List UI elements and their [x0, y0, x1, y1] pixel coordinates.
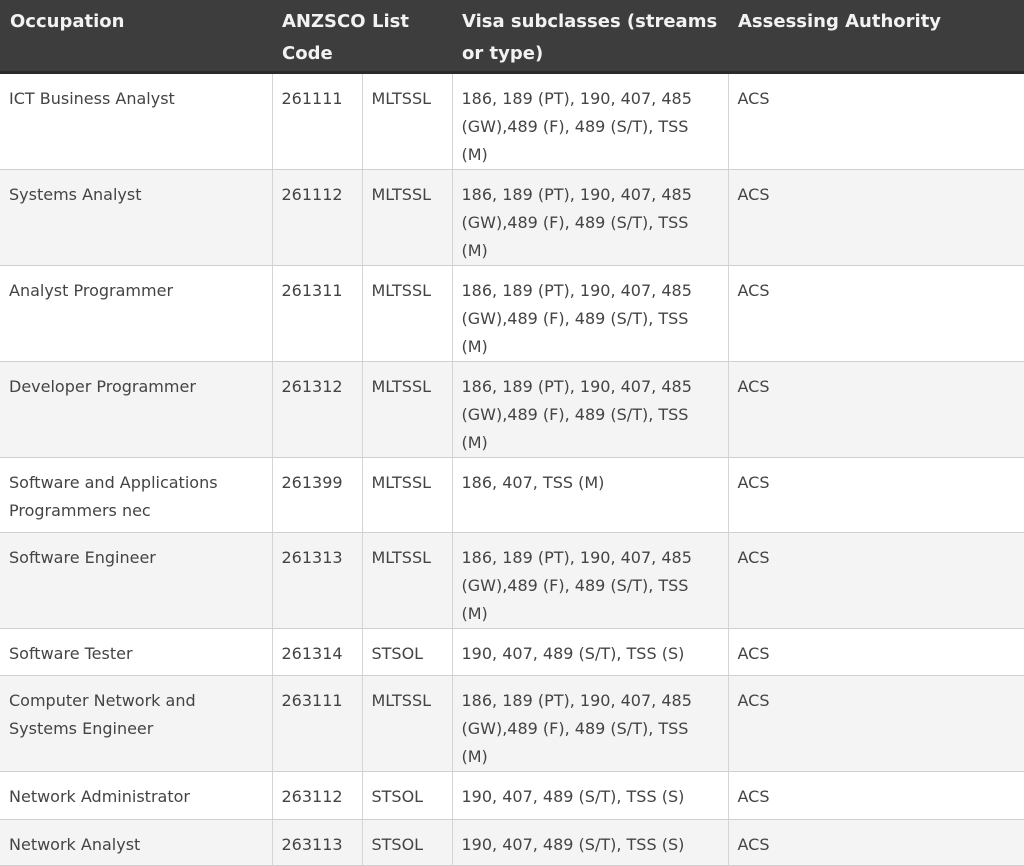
table-row: Software and Applications Programmers ne… — [0, 457, 1024, 533]
table-row: Analyst Programmer 261311 MLTSSL 186, 189 (… — [0, 265, 1024, 362]
header-row: Occupation ANZSCO Code List Visa subclas… — [0, 0, 1024, 74]
header-visa-subclasses: Visa subclasses (streams or type) — [452, 0, 728, 74]
cell-occupation: ICT Business Analyst — [0, 72, 272, 170]
cell-visa-subclasses: 190, 407, 489 (S/T), TSS (S) — [451, 819, 728, 866]
cell-assessing-authority: ACS — [727, 675, 1024, 772]
table-row: Computer Network and Systems Engineer 263… — [0, 675, 1024, 772]
cell-assessing-authority: ACS — [727, 361, 1024, 458]
table-row: ICT Business Analyst 261111 MLTSSL 186, 189… — [0, 72, 1024, 170]
table-row: Software Engineer 261313 MLTSSL 186, 189 (P… — [0, 532, 1024, 629]
header-list: List — [362, 0, 452, 74]
cell-occupation: Software and Applications Programmers ne… — [0, 457, 272, 533]
cell-anzsco-code: 261111 — [271, 72, 362, 170]
cell-occupation: Computer Network and Systems Engineer — [0, 675, 272, 772]
cell-visa-subclasses: 186, 189 (PT), 190, 407, 485 (GW),489 (F… — [451, 361, 728, 458]
table-row: Developer Programmer 261312 MLTSSL 186, 189… — [0, 361, 1024, 458]
cell-anzsco-code: 261112 — [271, 169, 362, 266]
cell-visa-subclasses: 186, 407, TSS (M) — [451, 457, 728, 533]
cell-list: MLTSSL — [361, 265, 452, 362]
table-row: Network Administrator 263112 STSOL 190, 407… — [0, 771, 1024, 820]
cell-anzsco-code: 263113 — [271, 819, 362, 866]
cell-list: STSOL — [361, 771, 452, 820]
cell-visa-subclasses: 190, 407, 489 (S/T), TSS (S) — [451, 628, 728, 676]
table-row: Systems Analyst 261112 MLTSSL 186, 189 (PT)… — [0, 169, 1024, 266]
cell-visa-subclasses: 186, 189 (PT), 190, 407, 485 (GW),489 (F… — [451, 72, 728, 170]
cell-occupation: Software Engineer — [0, 532, 272, 629]
header-occupation: Occupation — [0, 0, 272, 74]
cell-list: MLTSSL — [361, 532, 452, 629]
cell-visa-subclasses: 186, 189 (PT), 190, 407, 485 (GW),489 (F… — [451, 265, 728, 362]
table-row: Network Analyst 263113 STSOL 190, 407, 489 … — [0, 819, 1024, 866]
cell-list: MLTSSL — [361, 361, 452, 458]
header-assessing-authority: Assessing Authority — [728, 0, 1024, 74]
cell-anzsco-code: 263111 — [271, 675, 362, 772]
cell-assessing-authority: ACS — [727, 265, 1024, 362]
cell-assessing-authority: ACS — [727, 457, 1024, 533]
cell-assessing-authority: ACS — [727, 819, 1024, 866]
cell-anzsco-code: 261311 — [271, 265, 362, 362]
cell-assessing-authority: ACS — [727, 628, 1024, 676]
cell-list: MLTSSL — [361, 72, 452, 170]
cell-occupation: Developer Programmer — [0, 361, 272, 458]
cell-assessing-authority: ACS — [727, 169, 1024, 266]
cell-list: MLTSSL — [361, 169, 452, 266]
cell-anzsco-code: 261314 — [271, 628, 362, 676]
cell-list: STSOL — [361, 819, 452, 866]
cell-assessing-authority: ACS — [727, 771, 1024, 820]
cell-anzsco-code: 261312 — [271, 361, 362, 458]
cell-visa-subclasses: 190, 407, 489 (S/T), TSS (S) — [451, 771, 728, 820]
table-row: Software Tester 261314 STSOL 190, 407, 489 … — [0, 628, 1024, 676]
cell-occupation: Network Analyst — [0, 819, 272, 866]
cell-visa-subclasses: 186, 189 (PT), 190, 407, 485 (GW),489 (F… — [451, 169, 728, 266]
cell-list: MLTSSL — [361, 457, 452, 533]
cell-occupation: Software Tester — [0, 628, 272, 676]
cell-occupation: Analyst Programmer — [0, 265, 272, 362]
cell-assessing-authority: ACS — [727, 72, 1024, 170]
cell-visa-subclasses: 186, 189 (PT), 190, 407, 485 (GW),489 (F… — [451, 532, 728, 629]
cell-list: MLTSSL — [361, 675, 452, 772]
cell-anzsco-code: 261399 — [271, 457, 362, 533]
cell-list: STSOL — [361, 628, 452, 676]
cell-occupation: Network Administrator — [0, 771, 272, 820]
cell-anzsco-code: 263112 — [271, 771, 362, 820]
cell-occupation: Systems Analyst — [0, 169, 272, 266]
header-anzsco-code: ANZSCO Code — [272, 0, 366, 74]
occupation-table: Occupation ANZSCO Code List Visa subclas… — [0, 0, 1024, 866]
cell-assessing-authority: ACS — [727, 532, 1024, 629]
cell-anzsco-code: 261313 — [271, 532, 362, 629]
cell-visa-subclasses: 186, 189 (PT), 190, 407, 485 (GW),489 (F… — [451, 675, 728, 772]
